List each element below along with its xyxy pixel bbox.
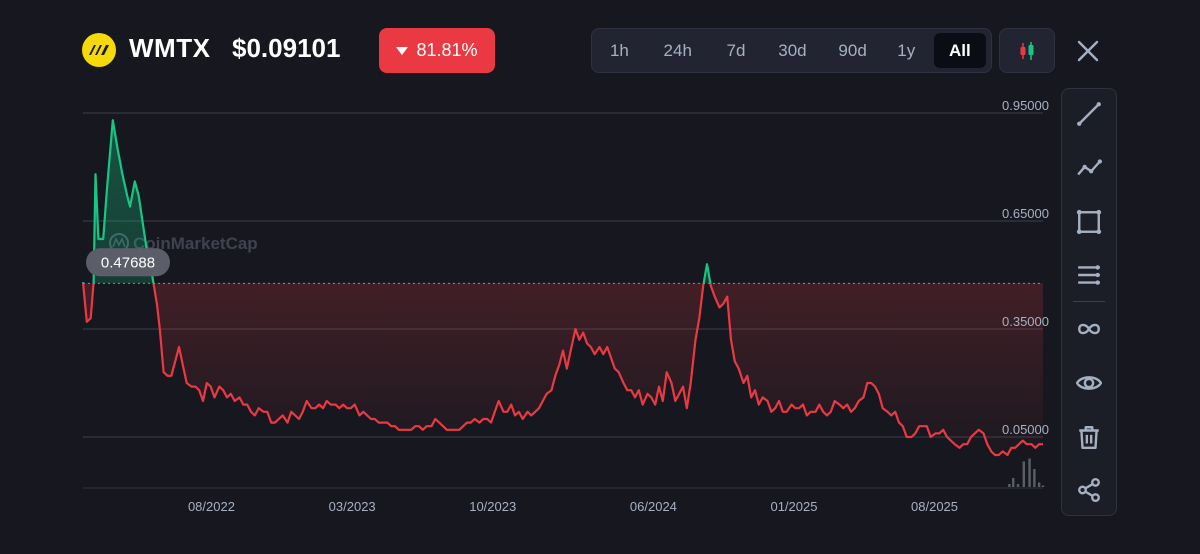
reference-value-badge: 0.47688 xyxy=(86,248,170,277)
rectangle-tool-button[interactable] xyxy=(1062,202,1116,242)
x-tick-label: 08/2022 xyxy=(188,499,235,514)
volume-bar xyxy=(1037,482,1041,487)
x-tick-label: 06/2024 xyxy=(630,499,677,514)
volume-bar xyxy=(1022,461,1025,487)
share-tool-button[interactable] xyxy=(1062,470,1116,510)
share-icon xyxy=(1078,477,1100,503)
reference-value-label: 0.47688 xyxy=(101,254,155,271)
volume-bars xyxy=(1008,458,1045,487)
x-tick-label: 01/2025 xyxy=(770,499,817,514)
volume-bar xyxy=(1033,469,1036,487)
price-chart[interactable]: CoinMarketCap 0.950000.650000.350000.050… xyxy=(0,0,1060,554)
y-tick-label: 0.35000 xyxy=(1002,314,1049,329)
y-tick-label: 0.95000 xyxy=(1002,98,1049,113)
volume-bar xyxy=(1016,484,1020,487)
close-icon xyxy=(1077,40,1099,62)
x-tick-label: 08/2025 xyxy=(911,499,958,514)
multi-point-line-icon xyxy=(1077,159,1102,176)
drawing-toolbar xyxy=(1061,88,1117,516)
trash-icon xyxy=(1079,426,1099,450)
volume-bar xyxy=(1012,478,1015,487)
price-area xyxy=(83,120,1043,455)
trend-line-tool-button[interactable] xyxy=(1062,94,1116,134)
horizontal-lines-icon xyxy=(1078,265,1100,285)
volume-bar xyxy=(1041,485,1045,487)
eye-icon xyxy=(1076,376,1102,390)
trash-tool-button[interactable] xyxy=(1062,417,1116,457)
volume-bar xyxy=(1008,484,1011,487)
multi-point-line-tool-button[interactable] xyxy=(1062,148,1116,188)
eye-tool-button[interactable] xyxy=(1062,363,1116,403)
rectangle-icon xyxy=(1076,209,1102,235)
close-button[interactable] xyxy=(1070,34,1106,68)
toolbar-divider xyxy=(1073,301,1105,302)
volume-bar xyxy=(1028,458,1031,487)
x-axis: 08/2022 03/2023 10/2023 06/2024 01/2025 08/20… xyxy=(188,499,958,514)
y-tick-label: 0.65000 xyxy=(1002,206,1049,221)
area-below-reference xyxy=(83,283,1043,455)
x-tick-label: 10/2023 xyxy=(469,499,516,514)
trend-line-icon xyxy=(1077,102,1101,126)
horizontal-lines-tool-button[interactable] xyxy=(1062,255,1116,295)
infinity-tool-button[interactable] xyxy=(1062,309,1116,349)
x-tick-label: 03/2023 xyxy=(329,499,376,514)
infinity-icon xyxy=(1078,323,1100,335)
y-tick-label: 0.05000 xyxy=(1002,422,1049,437)
